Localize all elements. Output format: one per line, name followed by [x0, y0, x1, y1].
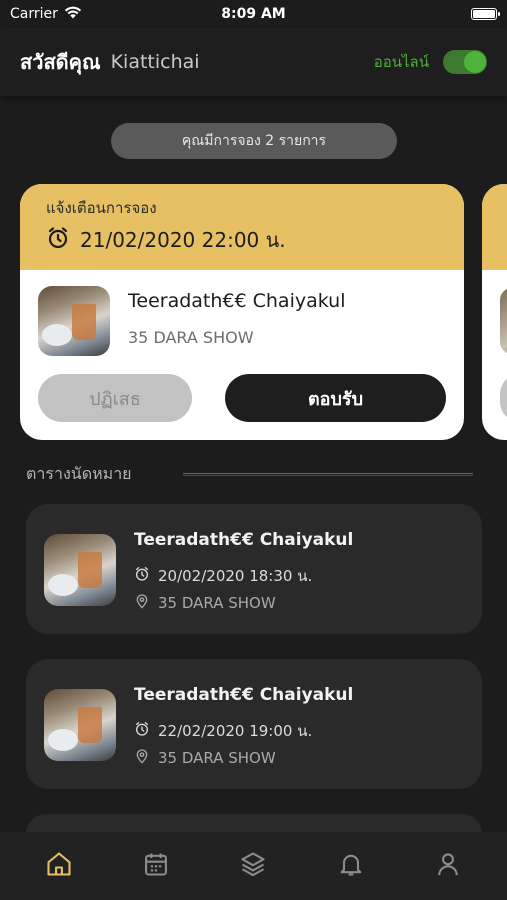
appointment-time-row: 20/02/2020 18:30 น.: [134, 564, 312, 588]
bottom-navigation: [0, 832, 507, 900]
username-text: Kiattichai: [110, 51, 200, 73]
toggle-knob: [464, 51, 486, 73]
booking-count-pill: คุณมีการจอง 2 รายการ: [111, 123, 397, 159]
online-status-label: ออนไลน์: [373, 53, 429, 71]
nav-layers[interactable]: [229, 842, 277, 890]
notification-title: แจ้งเตือนการจอง: [46, 199, 157, 217]
status-bar: Carrier: [0, 0, 507, 28]
location-pin-icon: [134, 748, 150, 768]
appointment-card[interactable]: Teeradath€€ Chaiyakul 20/02/2020 18:30 น…: [26, 504, 482, 634]
appointment-datetime: 20/02/2020 18:30 น.: [158, 567, 313, 585]
booking-notification-card: แจ้งเตือนการจอง 21/02/2020 22:00 น. Teer…: [20, 184, 464, 440]
alarm-clock-icon: [46, 226, 70, 255]
status-left: Carrier: [10, 6, 82, 23]
location-pin-icon: [134, 593, 150, 613]
greeting-text: สวัสดีคุณ: [20, 50, 101, 74]
customer-avatar: [38, 286, 110, 356]
nav-calendar[interactable]: [132, 842, 180, 890]
appointment-place-row: 35 DARA SHOW: [134, 593, 276, 613]
appointment-card[interactable]: Teeradath€€ Chaiyakul 22/02/2020 19:00 น…: [26, 659, 482, 789]
appointment-place: 35 DARA SHOW: [158, 749, 276, 767]
user-icon: [434, 850, 462, 882]
nav-notifications[interactable]: [327, 842, 375, 890]
carrier-label: Carrier: [10, 6, 58, 22]
appointment-place: 35 DARA SHOW: [158, 594, 276, 612]
appointment-avatar: [44, 534, 116, 606]
customer-name: Teeradath€€ Chaiyakul: [128, 290, 346, 312]
alarm-clock-icon: [134, 721, 150, 741]
home-icon: [45, 850, 73, 882]
appointment-place-row: 35 DARA SHOW: [134, 748, 276, 768]
reject-button[interactable]: ปฏิเสธ: [38, 374, 192, 422]
wifi-icon: [64, 6, 82, 23]
notification-datetime: 21/02/2020 22:00 น.: [80, 228, 286, 252]
app-header: สวัสดีคุณ Kiattichai ออนไลน์: [0, 28, 507, 96]
nav-profile[interactable]: [424, 842, 472, 890]
appointment-avatar: [44, 689, 116, 761]
section-divider: [183, 473, 473, 476]
schedule-section-title: ตารางนัดหมาย: [26, 464, 132, 483]
bell-icon: [337, 850, 365, 882]
appointment-name: Teeradath€€ Chaiyakul: [134, 685, 354, 705]
alarm-clock-icon: [134, 566, 150, 586]
venue-name: 35 DARA SHOW: [128, 328, 254, 347]
appointment-datetime: 22/02/2020 19:00 น.: [158, 722, 313, 740]
notification-header: แจ้งเตือนการจอง 21/02/2020 22:00 น.: [20, 184, 464, 270]
online-toggle[interactable]: [443, 50, 487, 74]
layers-icon: [239, 850, 267, 882]
notification-datetime-row: 21/02/2020 22:00 น.: [46, 224, 438, 256]
appointment-time-row: 22/02/2020 19:00 น.: [134, 719, 312, 743]
notification-body: Teeradath€€ Chaiyakul 35 DARA SHOW ปฏิเส…: [20, 270, 464, 440]
battery-icon: [471, 8, 500, 20]
appointment-name: Teeradath€€ Chaiyakul: [134, 530, 354, 550]
nav-home[interactable]: [35, 842, 83, 890]
next-notification-card-peek[interactable]: [482, 184, 507, 440]
calendar-icon: [142, 850, 170, 882]
accept-button[interactable]: ตอบรับ: [225, 374, 446, 422]
